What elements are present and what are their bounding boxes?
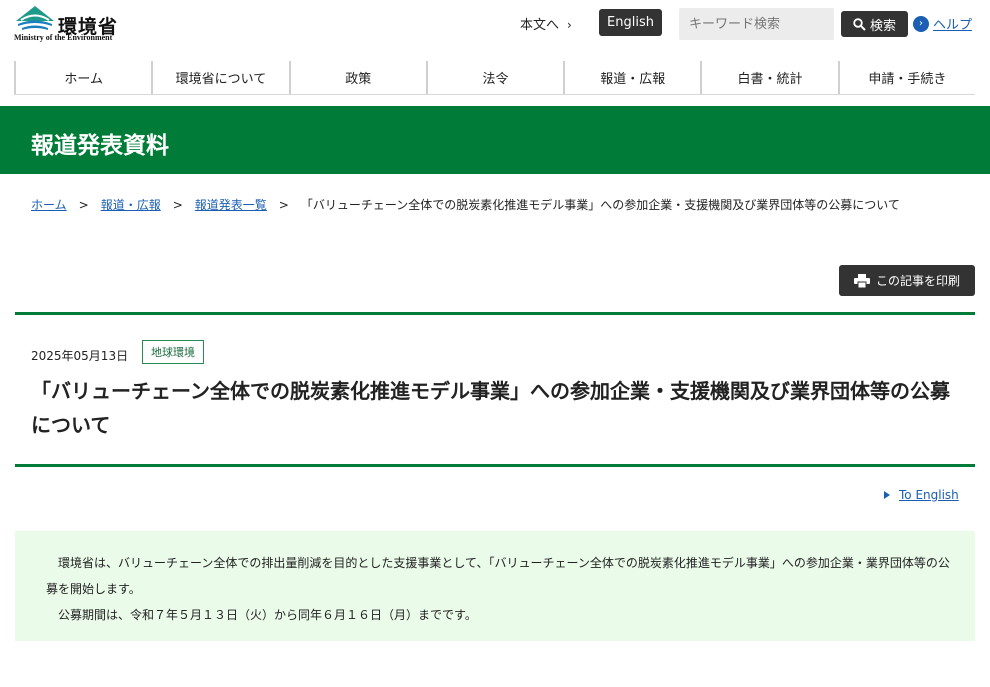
nav-item-press[interactable]: 報道・広報 xyxy=(563,61,700,94)
print-button-label: この記事を印刷 xyxy=(875,274,960,288)
nav-item-about[interactable]: 環境省について xyxy=(151,61,288,94)
triangle-right-icon xyxy=(884,491,890,499)
summary-paragraph: 環境省は、バリューチェーン全体での排出量削減を目的とした支援事業として、「バリュ… xyxy=(46,556,950,596)
breadcrumb-current: 「バリューチェーン全体での脱炭素化推進モデル事業」への参加企業・支援機関及び業界… xyxy=(300,198,900,212)
category-tag: 地球環境 xyxy=(142,340,204,364)
divider xyxy=(15,464,975,467)
chevron-circle-icon: › xyxy=(913,15,929,32)
breadcrumb-press[interactable]: 報道・広報 xyxy=(101,198,161,212)
search-input[interactable] xyxy=(679,8,834,40)
logo-subtitle: Ministry of the Environment xyxy=(14,33,113,42)
skip-to-content-label: 本文へ xyxy=(520,18,560,33)
nav-item-home[interactable]: ホーム xyxy=(14,61,151,94)
search-button-label: 検索 xyxy=(869,18,896,34)
global-nav: ホーム 環境省について 政策 法令 報道・広報 白書・統計 申請・手続き xyxy=(14,61,975,95)
nav-item-law[interactable]: 法令 xyxy=(425,61,563,94)
to-english-label: To English xyxy=(899,488,959,502)
nav-item-policy[interactable]: 政策 xyxy=(288,61,426,94)
help-link[interactable]: › ヘルプ xyxy=(913,14,972,33)
page-title: 報道発表資料 xyxy=(31,133,169,159)
english-button[interactable]: English xyxy=(599,9,662,36)
nav-item-application[interactable]: 申請・手続き xyxy=(837,61,975,94)
article-date: 2025年05月13日 xyxy=(31,349,129,363)
breadcrumb-press-list[interactable]: 報道発表一覧 xyxy=(195,198,267,212)
site-logo[interactable]: 環境省 Ministry of the Environment xyxy=(14,5,124,45)
summary-paragraph: 公募期間は、令和７年５月１３日（火）から同年６月１６日（月）までです。 xyxy=(58,608,477,622)
site-header: 環境省 Ministry of the Environment 本文へ › Eng… xyxy=(0,0,990,60)
print-button[interactable]: この記事を印刷 xyxy=(839,265,975,296)
chevron-right-icon: › xyxy=(567,18,572,32)
search-icon xyxy=(853,17,866,31)
moe-logo-icon xyxy=(16,6,54,30)
breadcrumb-home[interactable]: ホーム xyxy=(31,198,67,212)
breadcrumb-separator: > xyxy=(278,198,289,212)
article-title: 「バリューチェーン全体での脱炭素化推進モデル事業」への参加企業・支援機関及び業界… xyxy=(31,379,950,437)
divider xyxy=(15,312,975,315)
breadcrumb: ホーム > 報道・広報 > 報道発表一覧 > 「バリューチェーン全体での脱炭素化推進モデル事… xyxy=(31,196,900,213)
help-label: ヘルプ xyxy=(933,18,973,33)
search-button[interactable]: 検索 xyxy=(841,11,908,37)
nav-item-whitepaper[interactable]: 白書・統計 xyxy=(700,61,837,94)
breadcrumb-separator: > xyxy=(172,198,183,212)
skip-to-content-link[interactable]: 本文へ › xyxy=(520,14,572,33)
printer-icon xyxy=(853,273,870,288)
breadcrumb-separator: > xyxy=(78,198,89,212)
page-banner: 報道発表資料 xyxy=(0,106,990,174)
article-summary: 環境省は、バリューチェーン全体での排出量削減を目的とした支援事業として、「バリュ… xyxy=(15,531,975,641)
to-english-link[interactable]: To English xyxy=(884,488,959,502)
